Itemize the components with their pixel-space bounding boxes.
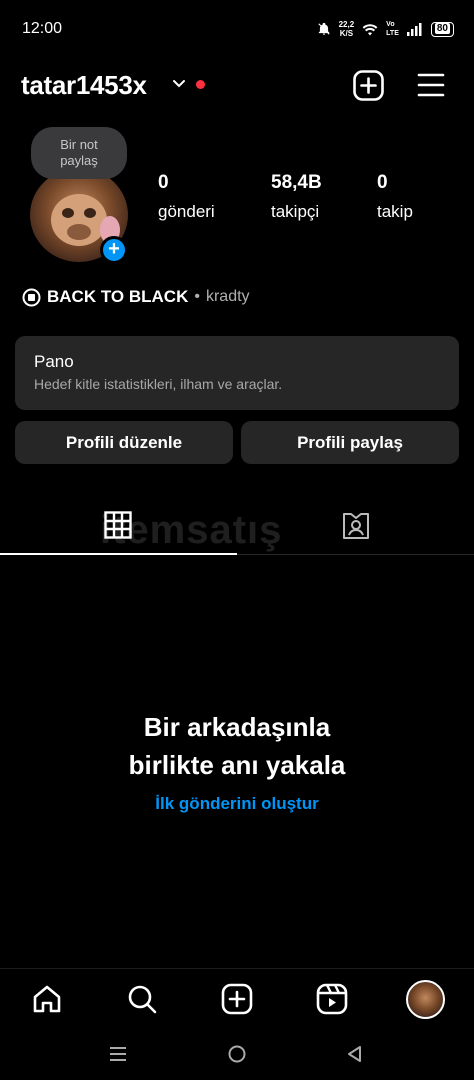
profile-header: tatar1453x xyxy=(0,60,474,110)
profile-avatar-nav[interactable] xyxy=(406,980,445,1019)
music-separator: • xyxy=(194,288,200,305)
username[interactable]: tatar1453x xyxy=(21,70,147,101)
dashboard-subtitle: Hedef kitle istatistikleri, ilham ve ara… xyxy=(34,376,283,392)
create-icon[interactable] xyxy=(221,983,253,1015)
wifi-icon xyxy=(362,23,378,35)
profile-tabs xyxy=(0,508,474,556)
system-nav xyxy=(0,1030,474,1080)
signal-icon xyxy=(406,22,422,36)
share-profile-button[interactable]: Profili paylaş xyxy=(241,421,459,464)
grid-icon[interactable] xyxy=(104,511,132,539)
stat-following[interactable]: 0 takip xyxy=(377,172,413,222)
notification-dot xyxy=(196,80,205,89)
stat-posts[interactable]: 0 gönderi xyxy=(158,172,215,222)
status-time: 12:00 xyxy=(22,20,63,37)
bottom-nav xyxy=(0,968,474,1030)
music-title: BACK TO BLACK xyxy=(47,287,189,306)
dashboard-card[interactable]: Pano Hedef kitle istatistikleri, ilham v… xyxy=(15,336,459,410)
dashboard-title: Pano xyxy=(34,352,74,371)
chevron-down-icon[interactable] xyxy=(171,76,187,92)
menu-icon[interactable] xyxy=(417,72,445,98)
network-speed: 22,2 K/S xyxy=(338,20,355,38)
search-icon[interactable] xyxy=(126,983,158,1015)
recent-apps-icon[interactable] xyxy=(108,1044,128,1064)
battery-icon: 80 xyxy=(430,21,454,37)
create-first-post-link[interactable]: İlk gönderini oluştur xyxy=(0,794,474,814)
edit-profile-button[interactable]: Profili düzenle xyxy=(15,421,233,464)
home-icon[interactable] xyxy=(31,983,63,1015)
status-bar: 12:00 22,2 K/S Vo LTE 80 xyxy=(0,0,474,60)
active-tab-indicator xyxy=(0,553,237,555)
profile-avatar[interactable]: + xyxy=(30,168,128,264)
music-stop-icon xyxy=(22,288,41,306)
reels-icon[interactable] xyxy=(316,983,348,1015)
profile-music[interactable]: BACK TO BLACK • kradty xyxy=(22,287,250,307)
music-artist: kradty xyxy=(205,288,250,305)
new-post-icon[interactable] xyxy=(353,70,384,101)
tagged-icon[interactable] xyxy=(341,511,371,541)
add-story-button[interactable]: + xyxy=(100,236,128,264)
home-button-icon[interactable] xyxy=(227,1044,247,1064)
stat-followers[interactable]: 58,4B takipçi xyxy=(271,172,322,222)
volte-indicator: Vo LTE xyxy=(386,21,399,37)
empty-state-title: Bir arkadaşınla birlikte anı yakala xyxy=(128,712,346,780)
back-icon[interactable] xyxy=(345,1044,365,1064)
note-bubble[interactable]: Bir not paylaş xyxy=(31,127,127,179)
status-icons: 22,2 K/S Vo LTE 80 xyxy=(317,20,454,38)
tab-divider xyxy=(237,554,474,555)
bell-muted-icon xyxy=(317,22,330,35)
